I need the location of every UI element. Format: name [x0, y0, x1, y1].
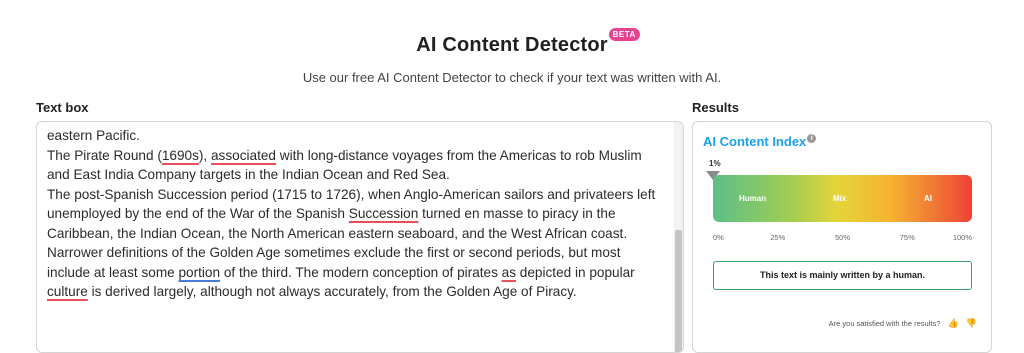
page-title: AI Content Detector BETA [0, 28, 1024, 57]
score-label: 1% [709, 159, 721, 168]
ai-index-bar: Human Mix AI [713, 175, 972, 222]
text-paragraph: Narrower definitions of the Golden Age s… [47, 243, 665, 302]
page-subtitle: Use our free AI Content Detector to chec… [302, 70, 722, 85]
results-label: Results [692, 100, 739, 115]
text-segment: of the third. The modern conception of p… [220, 264, 502, 280]
bar-tick-label: 50% [834, 233, 851, 242]
bar-label-mix: Mix [833, 194, 847, 203]
results-panel: AI Content Index i 1% Human Mix AI 0% 25% 5… [692, 121, 992, 353]
scrollbar-track[interactable] [674, 122, 683, 352]
text-segment: The Pirate Round ( [47, 147, 162, 163]
text-paragraph: The post-Spanish Succession period (1715… [47, 185, 665, 244]
feedback-question: Are you satisfied with the results? [828, 319, 941, 328]
textbox-label: Text box [36, 100, 89, 115]
feedback-row: Are you satisfied with the results? 👍 👎 [829, 318, 977, 329]
text-paragraph: eastern Pacific. [47, 126, 665, 146]
text-line: eastern Pacific. [47, 128, 140, 143]
beta-badge: BETA [608, 28, 640, 41]
bar-label-ai: AI [924, 194, 932, 203]
text-paragraph: The Pirate Round (1690s), associated wit… [47, 146, 665, 185]
text-segment: ), [198, 147, 211, 163]
bar-tick-label: 0% [713, 233, 724, 242]
page-title-text: AI Content Detector BETA [416, 28, 640, 56]
text-input-area[interactable]: eastern Pacific. The Pirate Round (1690s)… [36, 121, 684, 353]
title-label: AI Content Detector [416, 34, 608, 56]
ai-content-index-title: AI Content Index i [703, 134, 817, 149]
text-content[interactable]: eastern Pacific. The Pirate Round (1690s)… [47, 126, 665, 302]
thumbs-up-icon[interactable]: 👍 [947, 318, 958, 329]
bar-tick-label: 25% [770, 233, 786, 242]
spelling-flag[interactable]: associated [211, 148, 276, 163]
grammar-flag[interactable]: portion [178, 265, 220, 280]
bar-label-human: Human [739, 194, 767, 203]
bar-tick-label: 75% [899, 233, 915, 242]
thumbs-down-icon[interactable]: 👎 [966, 318, 977, 329]
index-title-text: AI Content Index [703, 134, 807, 149]
spelling-flag[interactable]: Succession [349, 206, 419, 221]
spelling-flag[interactable]: culture [47, 284, 88, 299]
spelling-flag[interactable]: 1690s [162, 148, 199, 163]
text-segment: depicted in popular [516, 264, 635, 280]
spelling-flag[interactable]: as [502, 265, 516, 280]
bar-tick-labels: 0% 25% 50% 75% 100% [713, 233, 972, 243]
text-segment: is derived largely, although not always … [87, 284, 577, 299]
verdict-box: This text is mainly written by a human. [713, 261, 972, 290]
scrollbar-thumb[interactable] [675, 230, 682, 352]
info-icon[interactable]: i [807, 134, 817, 143]
bar-tick-label: 100% [952, 233, 972, 242]
